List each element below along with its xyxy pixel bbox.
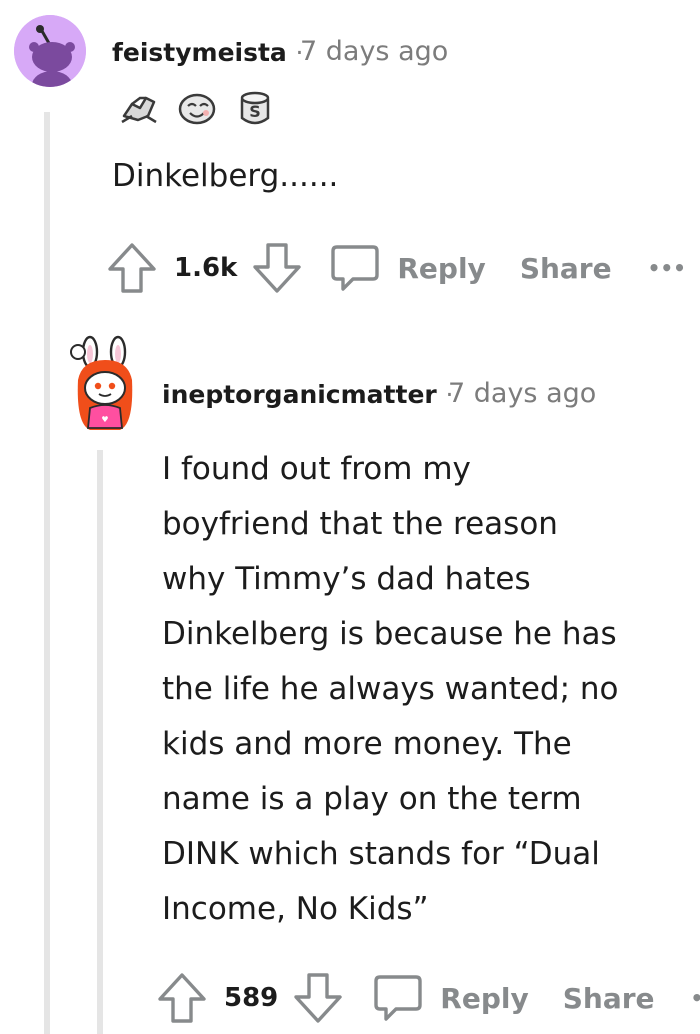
svg-text:♥: ♥: [101, 415, 108, 424]
vote-count: 589: [224, 983, 279, 1013]
comment-author[interactable]: feistymeista ·: [112, 38, 303, 67]
upvote-arrow-icon[interactable]: [106, 241, 158, 295]
comment-body-line: why Timmy’s dad hates: [162, 561, 531, 597]
awards-row[interactable]: S: [118, 86, 276, 128]
reply-label[interactable]: Reply: [397, 252, 485, 285]
vote-count: 1.6k: [174, 253, 238, 283]
snoo-avatar-icon: [14, 15, 86, 87]
username-text[interactable]: ineptorganicmatter: [162, 380, 437, 409]
comment-body-line: Income, No Kids”: [162, 891, 429, 927]
share-button[interactable]: Share: [520, 252, 612, 285]
more-options-button[interactable]: •: [691, 986, 700, 1010]
comment-body-line: name is a play on the term: [162, 781, 582, 817]
comment-body-line: the life he always wanted; no: [162, 671, 619, 707]
comment-actions: 589 Reply Share •: [156, 966, 700, 1030]
comment-bubble-icon[interactable]: [329, 243, 381, 293]
downvote-arrow-icon[interactable]: [292, 971, 344, 1025]
user-avatar[interactable]: [14, 15, 86, 87]
reply-button[interactable]: Reply: [329, 243, 486, 293]
reply-label[interactable]: Reply: [440, 982, 528, 1015]
comment-body-line: DINK which stands for “Dual: [162, 836, 600, 872]
upvote-arrow-icon[interactable]: [156, 971, 208, 1025]
comment-body: I found out from my boyfriend that the r…: [162, 442, 692, 937]
svg-text:S: S: [249, 102, 261, 121]
downvote-arrow-icon[interactable]: [251, 241, 303, 295]
share-button[interactable]: Share: [563, 982, 655, 1015]
arm-wrestle-award-icon[interactable]: [118, 86, 160, 128]
smiling-face-award-icon[interactable]: [176, 86, 218, 128]
comment-author[interactable]: ineptorganicmatter ·: [162, 380, 453, 409]
comment-body-line: boyfriend that the reason: [162, 506, 558, 542]
snoo-bunny-avatar-icon: ♥: [70, 335, 133, 430]
silver-coin-award-icon[interactable]: S: [234, 86, 276, 128]
comment-body-line: I found out from my: [162, 451, 471, 487]
comment-body-line: Dinkelberg is because he has: [162, 616, 617, 652]
comment-timestamp[interactable]: 7 days ago: [300, 36, 448, 67]
thread-collapse-line[interactable]: [97, 450, 103, 1034]
comment-bubble-icon[interactable]: [372, 973, 424, 1023]
more-options-button[interactable]: •••: [648, 256, 686, 280]
comment-timestamp[interactable]: 7 days ago: [448, 378, 596, 409]
comment-body: Dinkelberg......: [112, 158, 339, 194]
comment-actions: 1.6k Reply Share •••: [106, 238, 686, 298]
reply-button[interactable]: Reply: [372, 973, 529, 1023]
thread-collapse-line[interactable]: [44, 112, 50, 1034]
comment-body-line: kids and more money. The: [162, 726, 572, 762]
username-text[interactable]: feistymeista: [112, 38, 287, 67]
user-avatar[interactable]: ♥: [68, 334, 142, 434]
